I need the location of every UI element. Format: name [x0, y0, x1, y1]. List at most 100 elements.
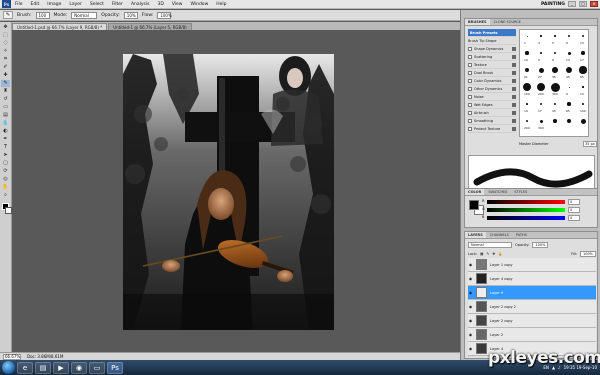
layer-row[interactable]: ◉ Layer 1 copy — [468, 258, 596, 272]
red-slider[interactable] — [487, 200, 565, 204]
explorer-taskbar-icon[interactable]: ▤ — [35, 361, 51, 374]
checkbox[interactable] — [468, 54, 472, 59]
ie-taskbar-icon[interactable]: e — [17, 361, 33, 374]
checkbox[interactable] — [468, 126, 472, 131]
fill-field[interactable]: 100% — [579, 250, 596, 257]
layer-row[interactable]: ◉ Layer 2 — [468, 328, 596, 342]
brush-tip-swatch[interactable] — [553, 102, 557, 106]
minimize-button[interactable]: _ — [568, 1, 576, 7]
tab-document-1[interactable]: Untitled-1.psd @ 66.7% (Layer 9, RGB/8) … — [12, 23, 108, 30]
master-diameter-field[interactable]: 35 px — [583, 140, 597, 147]
tab-styles[interactable]: STYLES — [511, 189, 530, 195]
lock-pixels-icon[interactable]: ✎ — [486, 252, 489, 256]
layer-row[interactable]: ◉ Layer 2 copy 2 — [468, 300, 596, 314]
brush-size-picker[interactable]: 100 — [35, 11, 50, 19]
3d-rotate-tool-icon[interactable]: ⟳ — [1, 168, 10, 175]
blur-tool-icon[interactable]: 💧 — [1, 120, 10, 127]
red-value[interactable]: 0 — [568, 199, 580, 205]
brush-tip-swatch[interactable] — [582, 86, 584, 88]
visibility-eye-icon[interactable]: ◉ — [468, 318, 473, 323]
marquee-tool-icon[interactable]: ⬚ — [1, 32, 10, 39]
brush-tip-swatch[interactable] — [566, 118, 572, 124]
brush-tip-swatch[interactable] — [540, 103, 542, 105]
layer-row[interactable]: ◉ Layer 4 copy — [468, 272, 596, 286]
workspace-switcher[interactable]: PAINTING — [541, 2, 565, 7]
brush-tool-icon[interactable]: ✎ — [1, 80, 10, 87]
canvas-area[interactable] — [12, 30, 460, 352]
brush-tip-swatch[interactable] — [553, 51, 557, 55]
brush-tip-swatch[interactable] — [582, 103, 584, 105]
checkbox[interactable] — [468, 62, 472, 67]
menu-view[interactable]: View — [168, 0, 187, 9]
brush-tip-swatch[interactable] — [553, 119, 557, 123]
brush-tip-swatch[interactable] — [526, 103, 528, 105]
brush-tool-preset-icon[interactable]: ✎ — [3, 11, 13, 19]
healing-tool-icon[interactable]: ✚ — [1, 72, 10, 79]
tab-color[interactable]: COLOR — [465, 189, 485, 195]
pen-tool-icon[interactable]: ✒ — [1, 136, 10, 143]
menu-window[interactable]: Window — [187, 0, 213, 9]
checkbox[interactable] — [468, 118, 472, 123]
brush-tip-swatch[interactable] — [524, 67, 530, 73]
visibility-eye-icon[interactable]: ◉ — [468, 346, 473, 351]
brush-tip-swatch[interactable] — [581, 34, 585, 38]
flow-field[interactable]: 100% — [157, 11, 172, 19]
media-player-taskbar-icon[interactable]: ▶ — [53, 361, 69, 374]
brush-tip-swatch[interactable] — [523, 83, 531, 91]
menu-filter[interactable]: Filter — [108, 0, 127, 9]
menu-3d[interactable]: 3D — [153, 0, 167, 9]
brush-tip-swatch[interactable] — [552, 67, 558, 73]
start-button-icon[interactable] — [2, 361, 15, 374]
blend-mode-select[interactable]: Normal — [468, 242, 512, 248]
menu-analysis[interactable]: Analysis — [127, 0, 154, 9]
visibility-eye-icon[interactable]: ◉ — [468, 290, 473, 295]
brush-tip-swatch[interactable] — [567, 51, 571, 55]
firefox-taskbar-icon[interactable]: ◉ — [71, 361, 87, 374]
type-tool-icon[interactable]: T — [1, 144, 10, 151]
visibility-eye-icon[interactable]: ◉ — [468, 276, 473, 281]
brush-tip-swatch[interactable] — [568, 86, 570, 88]
quick-select-tool-icon[interactable]: ✧ — [1, 48, 10, 55]
tab-brushes[interactable]: BRUSHES — [465, 19, 490, 25]
brush-tip-swatch[interactable] — [567, 102, 571, 106]
tab-channels[interactable]: CHANNELS — [487, 232, 512, 238]
menu-image[interactable]: Image — [43, 0, 65, 9]
stamp-tool-icon[interactable]: ♜ — [1, 88, 10, 95]
foreground-color-swatch[interactable] — [469, 200, 479, 210]
background-color-swatch[interactable] — [4, 207, 12, 214]
zoom-tool-icon[interactable]: ⌕ — [1, 192, 10, 199]
brush-tip-swatch[interactable] — [525, 51, 529, 55]
checkbox[interactable] — [468, 86, 472, 91]
tab-clone-source[interactable]: CLONE SOURCE — [491, 19, 524, 25]
checkbox[interactable] — [468, 46, 472, 51]
lock-position-icon[interactable]: ✥ — [492, 252, 495, 256]
brush-tip-grid[interactable]: 1 3 5 9 13 19 5 9 13 17 21 27 35 45 65 100 200 300 9 13 19 17… — [519, 29, 589, 137]
visibility-eye-icon[interactable]: ◉ — [468, 304, 473, 309]
green-value[interactable]: 0 — [568, 207, 580, 213]
layer-opacity-field[interactable]: 100% — [532, 242, 549, 248]
checkbox[interactable] — [468, 110, 472, 115]
brush-tip-swatch[interactable] — [554, 35, 556, 37]
visibility-eye-icon[interactable]: ◉ — [468, 262, 473, 267]
history-brush-tool-icon[interactable]: ↺ — [1, 96, 10, 103]
menu-help[interactable]: Help — [212, 0, 230, 9]
document-size-info[interactable]: Doc: 3.86M/8.61M — [27, 354, 63, 359]
opacity-field[interactable]: 10% — [123, 11, 138, 19]
mode-select[interactable]: Normal — [71, 11, 98, 19]
brush-tip-swatch[interactable] — [536, 82, 546, 92]
brush-tip-swatch[interactable] — [538, 67, 544, 73]
blue-value[interactable]: 0 — [568, 215, 580, 221]
lock-all-icon[interactable]: 🔒 — [498, 252, 502, 256]
close-button[interactable]: × — [590, 1, 598, 7]
brush-tip-swatch[interactable] — [540, 52, 542, 54]
brush-tip-swatch[interactable] — [568, 35, 570, 37]
layer-row[interactable]: ◉ Layer 2 copy — [468, 314, 596, 328]
checkbox[interactable] — [468, 70, 472, 75]
brush-tip-swatch[interactable] — [525, 119, 529, 123]
folder-taskbar-icon[interactable]: ▭ — [89, 361, 105, 374]
lock-transparency-icon[interactable]: ▦ — [480, 252, 483, 256]
gradient-tool-icon[interactable]: ▤ — [1, 112, 10, 119]
blue-slider[interactable] — [487, 216, 565, 220]
checkbox[interactable] — [468, 102, 472, 107]
brush-tip-swatch[interactable] — [539, 119, 543, 123]
